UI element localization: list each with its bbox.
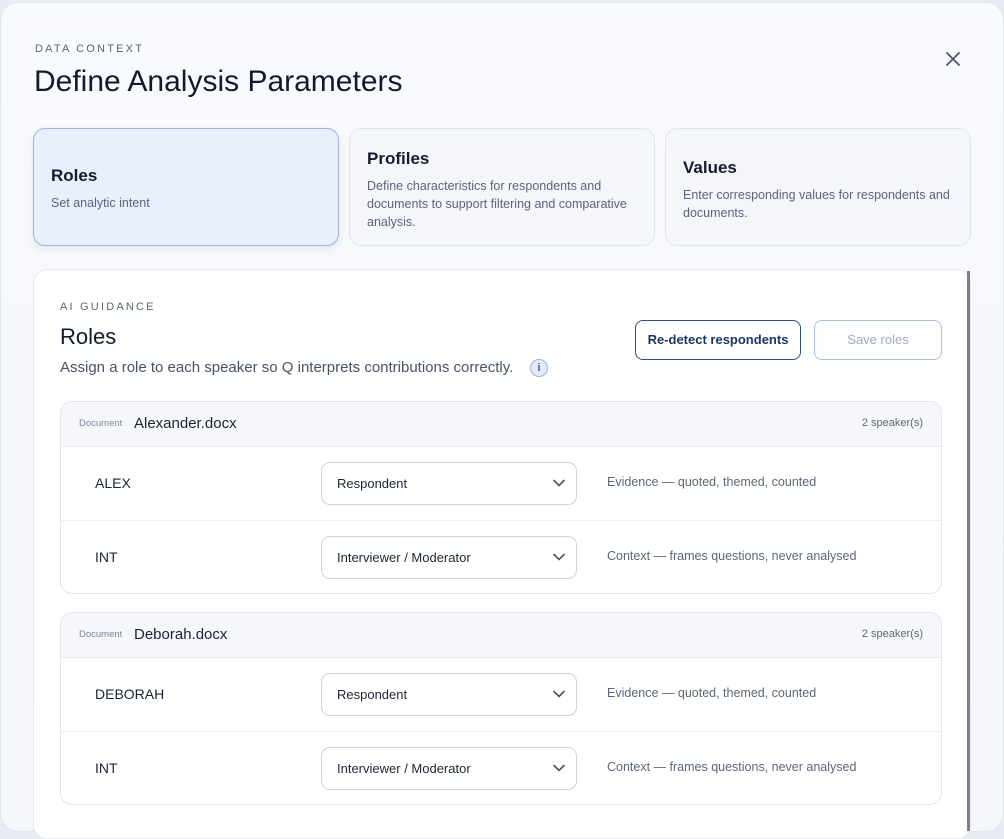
document-card-alexander: Document Alexander.docx 2 speaker(s) ALE… xyxy=(60,401,942,594)
document-tag: Document xyxy=(79,418,123,429)
chevron-down-icon xyxy=(553,553,565,561)
role-select-value: Respondent xyxy=(337,687,408,702)
step-values-description: Enter corresponding values for responden… xyxy=(683,188,950,220)
panel-eyebrow: AI GUIDANCE xyxy=(60,301,156,313)
modal-eyebrow: DATA CONTEXT xyxy=(35,43,145,55)
document-header: Document Alexander.docx 2 speaker(s) xyxy=(61,402,941,447)
document-card-deborah: Document Deborah.docx 2 speaker(s) DEBOR… xyxy=(60,612,942,805)
speaker-name: ALEX xyxy=(95,475,131,491)
panel-subtitle: Assign a role to each speaker so Q inter… xyxy=(60,359,514,376)
speaker-row: INT Interviewer / Moderator Context — fr… xyxy=(61,520,941,593)
info-icon[interactable]: i xyxy=(530,359,548,377)
scrollbar[interactable] xyxy=(967,271,970,831)
role-hint: Context — frames questions, never analys… xyxy=(607,549,857,563)
document-name: Deborah.docx xyxy=(134,626,228,643)
close-icon[interactable] xyxy=(941,47,965,71)
role-select-value: Interviewer / Moderator xyxy=(337,550,471,565)
step-roles-description: Set analytic intent xyxy=(51,196,150,210)
step-values[interactable]: Values Enter corresponding values for re… xyxy=(665,128,971,246)
speaker-count: 2 speaker(s) xyxy=(861,628,923,640)
chevron-down-icon xyxy=(553,479,565,487)
modal-title: Define Analysis Parameters xyxy=(34,65,403,98)
role-select[interactable]: Interviewer / Moderator xyxy=(321,747,577,790)
panel-title: Roles xyxy=(60,324,117,349)
speaker-name: INT xyxy=(95,760,118,776)
speaker-name: INT xyxy=(95,549,118,565)
role-select[interactable]: Respondent xyxy=(321,462,577,505)
speaker-count: 2 speaker(s) xyxy=(861,417,923,429)
speaker-row: ALEX Respondent Evidence — quoted, theme… xyxy=(61,447,941,520)
save-roles-button[interactable]: Save roles xyxy=(814,320,942,360)
role-select[interactable]: Interviewer / Moderator xyxy=(321,536,577,579)
redetect-respondents-button[interactable]: Re-detect respondents xyxy=(635,320,801,360)
role-hint: Evidence — quoted, themed, counted xyxy=(607,475,817,489)
step-profiles-title: Profiles xyxy=(367,149,430,168)
role-select-value: Respondent xyxy=(337,476,408,491)
role-select-value: Interviewer / Moderator xyxy=(337,761,471,776)
chevron-down-icon xyxy=(553,690,565,698)
role-select[interactable]: Respondent xyxy=(321,673,577,716)
step-roles-title: Roles xyxy=(51,166,98,185)
step-values-title: Values xyxy=(683,158,737,177)
step-profiles[interactable]: Profiles Define characteristics for resp… xyxy=(349,128,655,246)
chevron-down-icon xyxy=(553,764,565,772)
speaker-row: INT Interviewer / Moderator Context — fr… xyxy=(61,731,941,804)
role-hint: Evidence — quoted, themed, counted xyxy=(607,686,817,700)
speaker-row: DEBORAH Respondent Evidence — quoted, th… xyxy=(61,658,941,731)
document-tag: Document xyxy=(79,629,123,640)
role-hint: Context — frames questions, never analys… xyxy=(607,760,857,774)
speaker-name: DEBORAH xyxy=(95,686,165,702)
close-button[interactable] xyxy=(941,47,965,71)
document-name: Alexander.docx xyxy=(134,415,237,432)
step-roles[interactable]: Roles Set analytic intent xyxy=(33,128,339,246)
document-header: Document Deborah.docx 2 speaker(s) xyxy=(61,613,941,658)
step-profiles-description: Define characteristics for respondents a… xyxy=(367,179,627,229)
